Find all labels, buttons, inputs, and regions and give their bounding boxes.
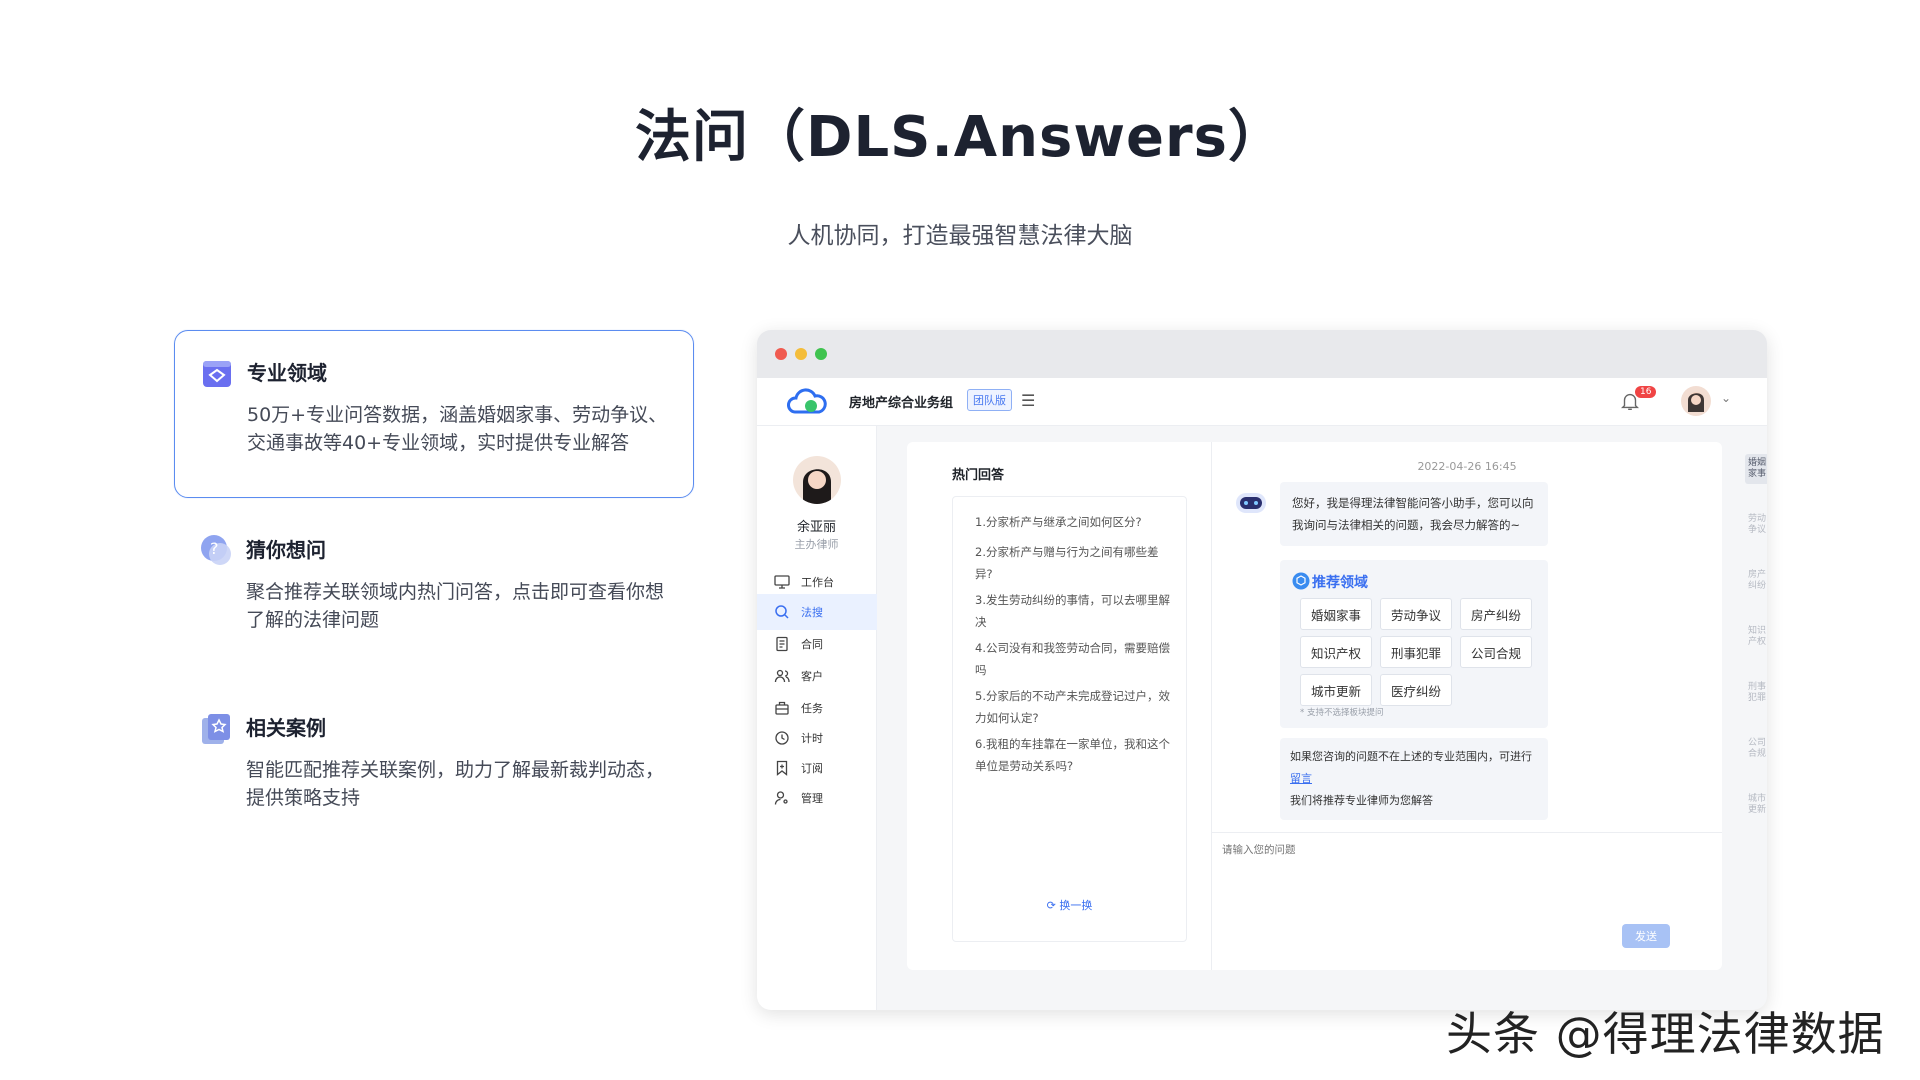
feature-title: 相关案例 (246, 716, 326, 740)
hot-answers-panel: 热门回答 1.分家析产与继承之间如何区分? 2.分家析产与赠与行为之间有哪些差异… (907, 442, 1212, 970)
team-name[interactable]: 房地产综合业务组 (849, 392, 953, 411)
vtab-ip[interactable]: 知识产权 (1745, 622, 1767, 652)
sidebar-item-manage[interactable]: 管理 (757, 780, 877, 816)
feature-title: 专业领域 (247, 361, 327, 385)
user-name: 余亚丽 (796, 520, 836, 535)
notification-badge: 16 (1635, 386, 1657, 398)
sidebar-item-label: 订阅 (801, 762, 823, 775)
app-window: 房地产综合业务组 团队版 ☰ 16 ⌄ 余亚丽 主办律师 工作台 法搜 合同 客… (757, 330, 1767, 1010)
document-icon (773, 635, 791, 653)
bot-followup-message: 如果您咨询的问题不在上述的专业范围内，可进行留言 我们将推荐专业律师为您解答 (1280, 738, 1548, 820)
domain-tag-criminal[interactable]: 刑事犯罪 (1380, 636, 1452, 668)
feature-desc: 聚合推荐关联领域内热门问答，点击即可查看你想了解的法律问题 (246, 581, 665, 631)
recommend-domains-card: 推荐领域 婚姻家事 劳动争议 房产纠纷 知识产权 刑事犯罪 公司合规 城市更新 … (1280, 560, 1548, 728)
feature-card-related-cases[interactable]: 相关案例 智能匹配推荐关联案例，助力了解最新裁判动态，提供策略支持 (174, 686, 694, 836)
minimize-window-button[interactable] (795, 348, 807, 360)
hot-answers-title: 热门回答 (952, 468, 1005, 483)
monitor-icon (773, 573, 791, 591)
users-icon (773, 667, 791, 685)
domain-tag-marriage[interactable]: 婚姻家事 (1300, 598, 1372, 630)
feature-card-professional-domains[interactable]: 专业领域 50万+专业问答数据，涵盖婚姻家事、劳动争议、交通事故等40+专业领域… (174, 330, 694, 498)
domain-tag-ip[interactable]: 知识产权 (1300, 636, 1372, 668)
list-item[interactable]: 2.分家析产与赠与行为之间有哪些差异? (975, 541, 1170, 585)
list-item[interactable]: 3.发生劳动纠纷的事情，可以去哪里解决 (975, 589, 1170, 633)
vtab-labor[interactable]: 劳动争议 (1745, 510, 1767, 540)
feature-card-guess-questions[interactable]: ? 猜你想问 聚合推荐关联领域内热门问答，点击即可查看你想了解的法律问题 (174, 508, 694, 658)
tag-note: * 支持不选择板块提问 (1300, 708, 1384, 718)
sidebar-item-label: 计时 (801, 732, 823, 745)
avatar[interactable] (1681, 386, 1711, 416)
vtab-urban-renewal[interactable]: 城市更新 (1745, 790, 1767, 820)
user-settings-icon (773, 789, 791, 807)
page-subtitle: 人机协同，打造最强智慧法律大脑 (787, 223, 1133, 249)
list-item[interactable]: 1.分家析产与继承之间如何区分? (975, 511, 1170, 533)
sidebar-item-label: 合同 (801, 638, 823, 651)
swap-label: 换一换 (1059, 899, 1093, 912)
page-title: 法问（DLS.Answers） (635, 105, 1285, 170)
sidebar-item-contract[interactable]: 合同 (757, 626, 877, 662)
leave-message-link[interactable]: 留言 (1290, 772, 1312, 785)
vtab-marriage[interactable]: 婚姻家事 (1745, 454, 1767, 484)
feature-desc: 智能匹配推荐关联案例，助力了解最新裁判动态，提供策略支持 (246, 759, 665, 809)
sidebar-item-label: 法搜 (801, 606, 823, 619)
question-input[interactable] (1222, 844, 1522, 856)
sidebar-item-label: 管理 (801, 792, 823, 805)
app-logo[interactable] (787, 388, 827, 416)
domain-tag-property[interactable]: 房产纠纷 (1460, 598, 1532, 630)
svg-text:?: ? (210, 539, 219, 558)
user-avatar[interactable] (793, 456, 841, 504)
chat-panel: 2022-04-26 16:45 您好，我是得理法律智能问答小助手，您可以向我询… (1212, 442, 1722, 970)
sidebar-item-label: 任务 (801, 702, 823, 715)
domain-tag-compliance[interactable]: 公司合规 (1460, 636, 1532, 668)
domain-tag-urban-renewal[interactable]: 城市更新 (1300, 674, 1372, 706)
list-item[interactable]: 5.分家后的不动产未完成登记过户，效力如何认定? (975, 685, 1170, 729)
divider (1212, 832, 1722, 833)
vtab-compliance[interactable]: 公司合规 (1745, 734, 1767, 764)
bookmark-icon (773, 759, 791, 777)
book-heart-icon (199, 355, 235, 391)
menu-icon[interactable]: ☰ (1021, 391, 1035, 410)
swap-button[interactable]: ⟳ 换一换 (953, 897, 1186, 913)
refresh-icon: ⟳ (1046, 899, 1056, 912)
list-item[interactable]: 6.我租的车挂靠在一家单位，我和这个单位是劳动关系吗? (975, 733, 1170, 777)
clock-icon (773, 729, 791, 747)
star-document-icon (198, 710, 234, 746)
sidebar-item-label: 工作台 (801, 576, 834, 589)
recommend-title: 推荐领域 (1312, 575, 1368, 591)
sidebar-item-client[interactable]: 客户 (757, 658, 877, 694)
maximize-window-button[interactable] (815, 348, 827, 360)
window-titlebar (757, 330, 1767, 378)
briefcase-icon (773, 699, 791, 717)
sidebar-item-label: 客户 (801, 670, 823, 683)
vtab-property[interactable]: 房产纠纷 (1745, 566, 1767, 596)
followup-text-2: 我们将推荐专业律师为您解答 (1290, 794, 1433, 807)
search-icon (773, 603, 791, 621)
followup-text: 如果您咨询的问题不在上述的专业范围内，可进行 (1290, 750, 1532, 763)
vtab-criminal[interactable]: 刑事犯罪 (1745, 678, 1767, 708)
list-item[interactable]: 4.公司没有和我签劳动合同，需要赔偿吗 (975, 637, 1170, 681)
domain-tag-medical[interactable]: 医疗纠纷 (1380, 674, 1452, 706)
feature-desc: 50万+专业问答数据，涵盖婚姻家事、劳动争议、交通事故等40+专业领域，实时提供… (247, 404, 668, 454)
hot-answers-list: 1.分家析产与继承之间如何区分? 2.分家析产与赠与行为之间有哪些差异? 3.发… (952, 496, 1187, 942)
sidebar: 余亚丽 主办律师 工作台 法搜 合同 客户 任务 计时 订阅 管理 (757, 426, 877, 1010)
sidebar-item-search[interactable]: 法搜 (757, 594, 877, 630)
app-header: 房地产综合业务组 团队版 ☰ 16 ⌄ (757, 378, 1767, 426)
bot-greeting-message: 您好，我是得理法律智能问答小助手，您可以向我询问与法律相关的问题，我会尽力解答的… (1280, 482, 1548, 546)
close-window-button[interactable] (775, 348, 787, 360)
team-edition-badge: 团队版 (967, 389, 1012, 411)
question-bubble-icon: ? (198, 532, 234, 568)
feature-title: 猜你想问 (246, 538, 326, 562)
user-role: 主办律师 (794, 538, 839, 551)
main-content: 热门回答 1.分家析产与继承之间如何区分? 2.分家析产与赠与行为之间有哪些差异… (907, 442, 1722, 970)
chat-timestamp: 2022-04-26 16:45 (1417, 460, 1517, 473)
send-button[interactable]: 发送 (1622, 924, 1670, 948)
cube-icon (1292, 572, 1310, 590)
robot-icon (1232, 488, 1270, 518)
watermark: 头条 @得理法律数据 (1446, 1007, 1885, 1061)
chevron-down-icon[interactable]: ⌄ (1721, 391, 1731, 405)
domain-tag-labor[interactable]: 劳动争议 (1380, 598, 1452, 630)
